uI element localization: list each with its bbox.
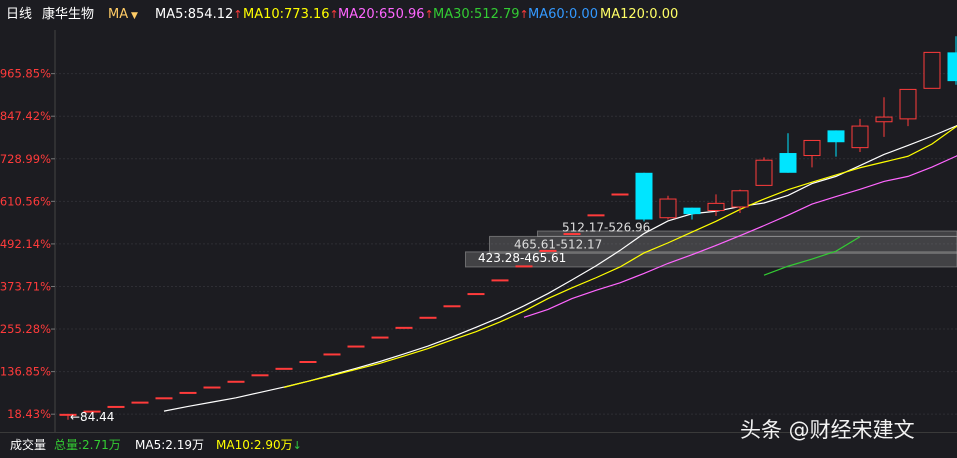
candle-body <box>204 387 220 388</box>
candle-body <box>156 398 172 399</box>
y-tick-label: 136.85% <box>0 365 51 379</box>
y-tick-label: 847.42% <box>0 109 51 123</box>
candle-body <box>564 234 580 235</box>
y-tick-label: 610.56% <box>0 194 51 208</box>
candle-body <box>876 117 892 122</box>
chart-header: 日线 康华生物 MA ▼ MA5:854.12↑ MA10:773.16↑ MA… <box>0 0 957 30</box>
ma20-label: MA20:650.96 <box>338 7 425 22</box>
y-tick-label: 373.71% <box>0 279 51 293</box>
y-tick-label: 18.43% <box>7 407 51 421</box>
candle-body <box>180 392 196 393</box>
up-arrow-icon: ↑ <box>233 8 242 21</box>
candle-body <box>324 354 340 355</box>
volume-ma10: MA10:2.90万↓ <box>216 433 302 458</box>
candle-body <box>852 126 868 148</box>
y-tick-label: 492.14% <box>0 237 51 251</box>
candle-body <box>780 153 797 173</box>
candle-body <box>300 362 316 363</box>
candle-body <box>612 194 628 195</box>
candle-body <box>756 160 772 185</box>
candle-body <box>276 368 292 369</box>
indicator-selector[interactable]: MA ▼ <box>108 0 138 31</box>
candle-body <box>588 215 604 216</box>
zone-label: 465.61-512.17 <box>514 237 602 251</box>
ma5-label: MA5:854.12 <box>155 7 233 22</box>
candle-body <box>396 327 412 328</box>
down-arrow-icon: ↓ <box>293 439 302 452</box>
ma30-value: MA30:512.79↑ <box>433 0 529 30</box>
indicator-label: MA <box>108 7 128 22</box>
candle-body <box>684 208 701 214</box>
chevron-down-icon: ▼ <box>128 11 138 21</box>
candlestick-chart[interactable]: 965.85% 847.42% 728.99% 610.56% 492.14% 373.7… <box>0 30 957 432</box>
candle-body <box>252 375 268 376</box>
candle-body <box>516 266 532 267</box>
ma20-value: MA20:650.96↑ <box>338 0 434 30</box>
y-tick-label: 965.85% <box>0 67 51 81</box>
zone-label: 512.17-526.96 <box>562 220 650 234</box>
ma120-value: MA120:0.00 <box>600 0 678 30</box>
candle-body <box>732 191 748 207</box>
candle-body <box>420 317 436 318</box>
candle-body <box>660 199 676 218</box>
candle-body <box>900 89 916 118</box>
y-tick-label: 728.99% <box>0 152 51 166</box>
candle-body <box>348 346 364 347</box>
candle-body <box>444 306 460 307</box>
candle-body <box>228 381 244 382</box>
candle-body <box>492 280 508 281</box>
candle-body <box>132 402 148 403</box>
candle-body <box>468 294 484 295</box>
zone-label: 423.28-465.61 <box>478 251 566 265</box>
watermark: 头条 @财经宋建文 <box>740 414 915 444</box>
stock-name: 康华生物 <box>42 0 94 30</box>
total-volume: 总量:2.71万 <box>54 433 121 457</box>
candle-body <box>948 52 957 81</box>
candle-body <box>804 140 820 155</box>
candle-body <box>372 337 388 338</box>
y-tick-label: 255.28% <box>0 322 51 336</box>
ma30-label: MA30:512.79 <box>433 7 520 22</box>
volume-ma5: MA5:2.19万 <box>135 433 204 457</box>
period-label[interactable]: 日线 <box>6 0 32 30</box>
low-price-label: ←84.44 <box>70 410 114 424</box>
candle-body <box>924 52 940 88</box>
candle-body <box>708 203 724 210</box>
candle-body <box>108 406 124 407</box>
volume-ma10-label: MA10:2.90万 <box>216 438 293 452</box>
volume-title: 成交量 <box>10 433 46 457</box>
ma10-value: MA10:773.16↑ <box>243 0 339 30</box>
ma5-value: MA5:854.12↑ <box>155 0 242 30</box>
ma10-label: MA10:773.16 <box>243 7 330 22</box>
candle-body <box>540 250 556 251</box>
candle-body <box>636 173 653 220</box>
candle-body <box>828 130 845 142</box>
ma60-value: MA60:0.00 <box>528 0 598 30</box>
